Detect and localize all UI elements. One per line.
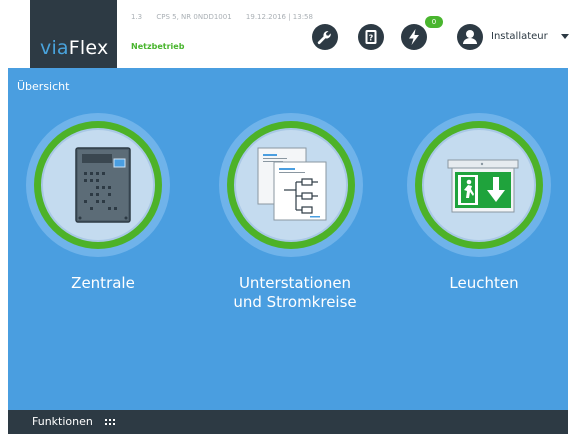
system-info: 1.3 CPS 5, NR 0NDD1001 19.12.2016 | 13:5…: [131, 13, 325, 21]
tile-label-line: Leuchten: [449, 274, 519, 292]
operating-mode-status: Netzbetrieb: [131, 42, 185, 51]
functions-menu-label[interactable]: Funktionen: [32, 415, 93, 428]
notification-badge: 0: [425, 16, 443, 28]
tile-label: Unterstationen und Stromkreise: [193, 274, 397, 312]
tile-label-line: Unterstationen: [238, 274, 352, 292]
user-menu-label[interactable]: Installateur: [491, 31, 548, 42]
header: viaFlex 1.3 CPS 5, NR 0NDD1001 19.12.201…: [0, 0, 576, 68]
control-unit-icon: [75, 147, 131, 223]
system-id-text: CPS 5, NR 0NDD1001: [156, 13, 232, 21]
version-text: 1.3: [131, 13, 143, 21]
substation-circuit-icon: [257, 147, 327, 221]
svg-text:?: ?: [369, 34, 374, 43]
page-title: Übersicht: [17, 80, 70, 93]
logo-suffix: Flex: [68, 37, 109, 59]
lightning-icon[interactable]: [401, 24, 427, 50]
tile-label: Zentrale: [1, 274, 205, 293]
viaflex-logo[interactable]: viaFlex: [30, 0, 117, 68]
log-book-icon[interactable]: ?: [358, 24, 384, 50]
datetime-text: 19.12.2016 | 13:58: [245, 13, 313, 21]
logo-text: viaFlex: [40, 37, 108, 59]
logo-prefix: via: [40, 37, 69, 59]
chevron-down-icon[interactable]: [561, 34, 569, 39]
exit-sign-icon: [447, 159, 519, 213]
user-icon[interactable]: [457, 24, 483, 50]
tile-label-line: und Stromkreise: [233, 293, 357, 311]
grid-menu-icon[interactable]: [105, 419, 115, 427]
wrench-icon[interactable]: [312, 24, 338, 50]
footer-bar[interactable]: Funktionen: [8, 410, 568, 434]
tile-label-line: Zentrale: [71, 274, 135, 292]
overview-panel: Übersicht Zentrale Unterstationen und St…: [8, 68, 568, 410]
tile-label: Leuchten: [382, 274, 576, 293]
